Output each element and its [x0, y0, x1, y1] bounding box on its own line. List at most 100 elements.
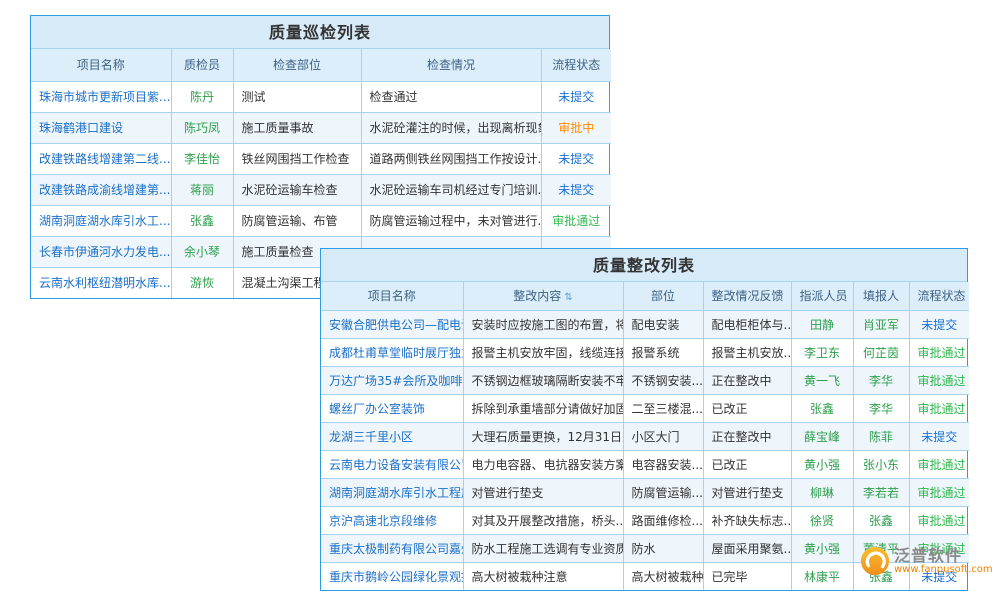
col-header-content[interactable]: 整改内容⇅ — [463, 282, 623, 310]
reporter-cell: 陈菲 — [853, 422, 909, 450]
col-header-content-label: 整改内容 — [513, 289, 561, 303]
check-detail-cell: 水泥砼运输车司机经过专门培训... — [361, 174, 541, 205]
inspection-row[interactable]: 改建铁路线增建第二线... 李佳怡 铁丝网围挡工作检查 道路两侧铁丝网围挡工作按… — [31, 143, 611, 174]
feedback-cell: 报警主机安放... — [703, 338, 791, 366]
rectification-row[interactable]: 龙湖三千里小区 大理石质量更换，12月31日之... 小区大门 正在整改中 薛宝… — [321, 422, 969, 450]
check-detail-cell: 道路两侧铁丝网围挡工作按设计... — [361, 143, 541, 174]
inspection-row[interactable]: 湖南洞庭湖水库引水工... 张鑫 防腐管运输、布管 防腐管运输过程中，未对管进行… — [31, 205, 611, 236]
check-part-cell: 铁丝网围挡工作检查 — [233, 143, 361, 174]
content-cell: 对管进行垫支 — [463, 478, 623, 506]
inspector-cell: 游恢 — [171, 267, 233, 298]
feedback-cell: 已改正 — [703, 450, 791, 478]
status-cell: 审批通过 — [909, 506, 969, 534]
col-header-part[interactable]: 检查部位 — [233, 49, 361, 81]
status-cell: 审批通过 — [909, 394, 969, 422]
sort-icon[interactable]: ⇅ — [564, 292, 572, 303]
content-cell: 对其及开展整改措施，桥头... — [463, 506, 623, 534]
project-name-cell[interactable]: 安徽合肥供电公司—配电设备安... — [321, 310, 463, 338]
rectification-header-row: 项目名称 整改内容⇅ 部位 整改情况反馈 指派人员 填报人 流程状态 — [321, 282, 969, 310]
reporter-cell: 李若若 — [853, 478, 909, 506]
rectification-row[interactable]: 螺丝厂办公室装饰 拆除到承重墙部分请做好加固... 二至三楼混... 已改正 张… — [321, 394, 969, 422]
rectification-row[interactable]: 湖南洞庭湖水库引水工程施工... 对管进行垫支 防腐管运输... 对管进行垫支 … — [321, 478, 969, 506]
check-part-cell: 水泥砼运输车检查 — [233, 174, 361, 205]
project-name-cell[interactable]: 重庆太极制药有限公司嘉州中... — [321, 534, 463, 562]
project-name-cell[interactable]: 长春市伊通河水力发电... — [31, 236, 171, 267]
rectification-row[interactable]: 万达广场35#会所及咖啡厅空... 不锈钢边框玻璃隔断安装不牢... 不锈钢安装… — [321, 366, 969, 394]
feedback-cell: 已改正 — [703, 394, 791, 422]
col-header-project[interactable]: 项目名称 — [31, 49, 171, 81]
status-cell: 审批通过 — [541, 205, 611, 236]
brand-website[interactable]: www.fanpusoft.com — [894, 564, 993, 575]
status-cell: 未提交 — [909, 422, 969, 450]
col-header-reporter[interactable]: 填报人 — [853, 282, 909, 310]
project-name-cell[interactable]: 龙湖三千里小区 — [321, 422, 463, 450]
inspection-row[interactable]: 改建铁路成渝线增建第... 蒋丽 水泥砼运输车检查 水泥砼运输车司机经过专门培训… — [31, 174, 611, 205]
col-header-part[interactable]: 部位 — [623, 282, 703, 310]
feedback-cell: 屋面采用聚氨... — [703, 534, 791, 562]
status-cell: 未提交 — [541, 81, 611, 112]
inspector-cell: 余小琴 — [171, 236, 233, 267]
inspection-row[interactable]: 珠海市城市更新项目紫... 陈丹 测试 检查通过 未提交 — [31, 81, 611, 112]
assignee-cell: 张鑫 — [791, 394, 853, 422]
inspector-cell: 李佳怡 — [171, 143, 233, 174]
project-name-cell[interactable]: 珠海鹤港口建设 — [31, 112, 171, 143]
project-name-cell[interactable]: 改建铁路成渝线增建第... — [31, 174, 171, 205]
rectification-row[interactable]: 安徽合肥供电公司—配电设备安... 安装时应按施工图的布置，将... 配电安装 … — [321, 310, 969, 338]
part-cell: 防水 — [623, 534, 703, 562]
col-header-inspector[interactable]: 质检员 — [171, 49, 233, 81]
col-header-status[interactable]: 流程状态 — [909, 282, 969, 310]
assignee-cell: 田静 — [791, 310, 853, 338]
status-cell: 未提交 — [909, 310, 969, 338]
inspector-cell: 陈丹 — [171, 81, 233, 112]
reporter-cell: 何芷茵 — [853, 338, 909, 366]
content-cell: 防水工程施工选调有专业资质... — [463, 534, 623, 562]
content-cell: 高大树被栽种注意 — [463, 562, 623, 590]
reporter-cell: 张小东 — [853, 450, 909, 478]
status-cell: 未提交 — [541, 174, 611, 205]
col-header-assignee[interactable]: 指派人员 — [791, 282, 853, 310]
project-name-cell[interactable]: 云南电力设备安装有限公司20... — [321, 450, 463, 478]
inspector-cell: 陈巧凤 — [171, 112, 233, 143]
content-cell: 电力电容器、电抗器安装方案... — [463, 450, 623, 478]
content-cell: 拆除到承重墙部分请做好加固... — [463, 394, 623, 422]
rectification-row[interactable]: 京沪高速北京段维修 对其及开展整改措施，桥头... 路面维修检... 补齐缺失标… — [321, 506, 969, 534]
project-name-cell[interactable]: 京沪高速北京段维修 — [321, 506, 463, 534]
content-cell: 报警主机安放牢固，线缆连接... — [463, 338, 623, 366]
reporter-cell: 李华 — [853, 366, 909, 394]
col-header-detail[interactable]: 检查情况 — [361, 49, 541, 81]
project-name-cell[interactable]: 螺丝厂办公室装饰 — [321, 394, 463, 422]
part-cell: 防腐管运输... — [623, 478, 703, 506]
assignee-cell: 柳琳 — [791, 478, 853, 506]
content-cell: 不锈钢边框玻璃隔断安装不牢... — [463, 366, 623, 394]
inspection-list-title: 质量巡检列表 — [31, 16, 609, 49]
project-name-cell[interactable]: 万达广场35#会所及咖啡厅空... — [321, 366, 463, 394]
project-name-cell[interactable]: 成都杜甫草堂临时展厅独立展... — [321, 338, 463, 366]
part-cell: 配电安装 — [623, 310, 703, 338]
inspection-header-row: 项目名称 质检员 检查部位 检查情况 流程状态 — [31, 49, 611, 81]
col-header-feedback[interactable]: 整改情况反馈 — [703, 282, 791, 310]
feedback-cell: 正在整改中 — [703, 366, 791, 394]
inspection-row[interactable]: 珠海鹤港口建设 陈巧凤 施工质量事故 水泥砼灌注的时候，出现离析现象 审批中 — [31, 112, 611, 143]
part-cell: 小区大门 — [623, 422, 703, 450]
project-name-cell[interactable]: 湖南洞庭湖水库引水工... — [31, 205, 171, 236]
reporter-cell: 张鑫 — [853, 506, 909, 534]
assignee-cell: 林康平 — [791, 562, 853, 590]
project-name-cell[interactable]: 湖南洞庭湖水库引水工程施工... — [321, 478, 463, 506]
rectification-row[interactable]: 云南电力设备安装有限公司20... 电力电容器、电抗器安装方案... 电容器安装… — [321, 450, 969, 478]
rectification-list-panel: 质量整改列表 项目名称 整改内容⇅ 部位 整改情况反馈 指派人员 填报人 流程状… — [320, 248, 968, 591]
col-header-status[interactable]: 流程状态 — [541, 49, 611, 81]
check-part-cell: 施工质量事故 — [233, 112, 361, 143]
project-name-cell[interactable]: 云南水利枢纽潜明水库... — [31, 267, 171, 298]
feedback-cell: 已完毕 — [703, 562, 791, 590]
rectification-table: 项目名称 整改内容⇅ 部位 整改情况反馈 指派人员 填报人 流程状态 安徽合肥供… — [321, 282, 969, 590]
project-name-cell[interactable]: 改建铁路线增建第二线... — [31, 143, 171, 174]
part-cell: 不锈钢安装... — [623, 366, 703, 394]
project-name-cell[interactable]: 重庆市鹅岭公园绿化景观提升... — [321, 562, 463, 590]
project-name-cell[interactable]: 珠海市城市更新项目紫... — [31, 81, 171, 112]
rectification-row[interactable]: 成都杜甫草堂临时展厅独立展... 报警主机安放牢固，线缆连接... 报警系统 报… — [321, 338, 969, 366]
part-cell: 路面维修检... — [623, 506, 703, 534]
part-cell: 二至三楼混... — [623, 394, 703, 422]
part-cell: 电容器安装... — [623, 450, 703, 478]
col-header-project[interactable]: 项目名称 — [321, 282, 463, 310]
fanpu-logo[interactable]: 泛普软件 www.fanpusoft.com — [860, 546, 993, 576]
